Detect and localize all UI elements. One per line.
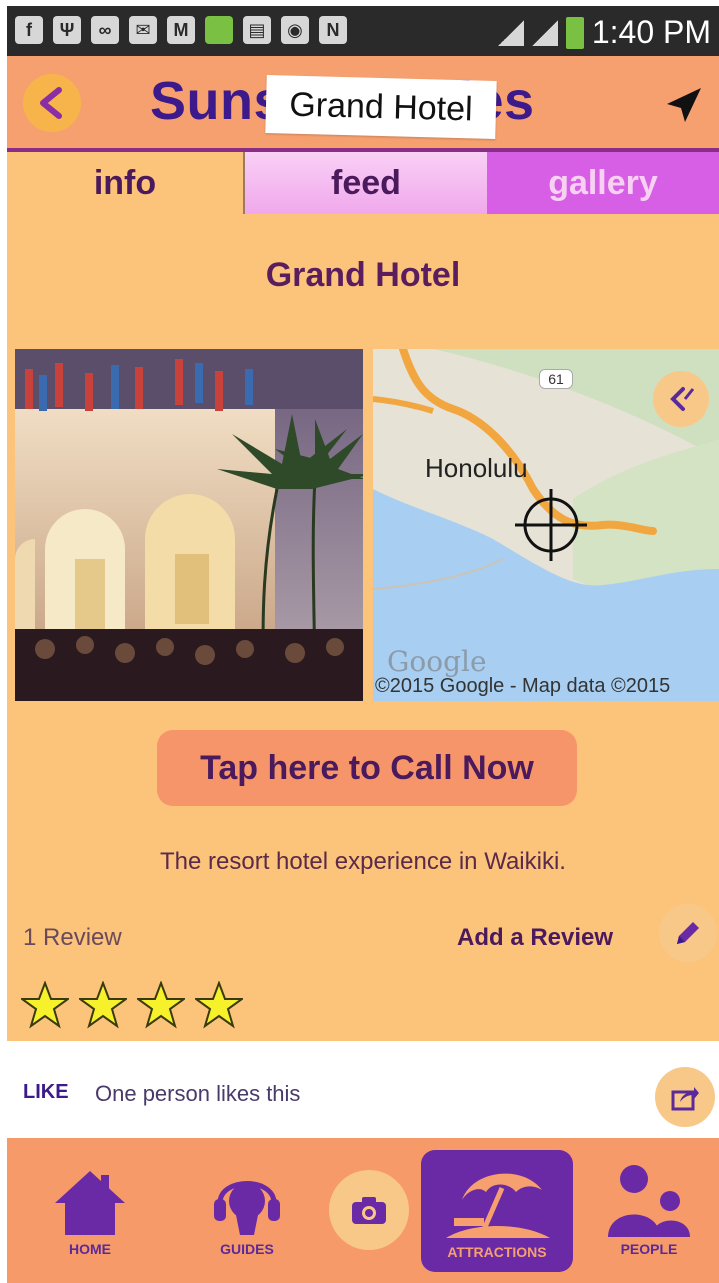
- message-icon: ✉: [129, 16, 157, 44]
- add-review-button[interactable]: [659, 904, 717, 962]
- nav-people[interactable]: PEOPLE: [599, 1138, 699, 1283]
- nfc-icon: N: [319, 16, 347, 44]
- star-icon: [21, 981, 69, 1029]
- status-bar: f Ψ ∞ ✉ M ▤ ◉ N 1:40 PM: [7, 6, 719, 56]
- add-review-link[interactable]: Add a Review: [457, 924, 613, 952]
- nav-guides[interactable]: GUIDES: [197, 1138, 297, 1283]
- tab-gallery[interactable]: gallery: [487, 152, 719, 214]
- battery-icon: [565, 16, 584, 49]
- notification-icons: f Ψ ∞ ✉ M ▤ ◉ N: [15, 16, 347, 44]
- map-watermark: Google: [387, 645, 487, 678]
- star-icon: [79, 981, 127, 1029]
- back-button[interactable]: [23, 74, 81, 132]
- nav-attractions[interactable]: ATTRACTIONS: [421, 1150, 573, 1272]
- usb-icon: Ψ: [53, 16, 81, 44]
- people-icon: [608, 1165, 690, 1237]
- title-tooltip: Grand Hotel: [265, 74, 497, 140]
- signal-icon: [531, 19, 558, 46]
- map-city-label: Honolulu: [425, 453, 528, 483]
- call-now-button[interactable]: Tap here to Call Now: [157, 730, 577, 806]
- hotel-photo-image: [15, 349, 363, 701]
- beach-umbrella-icon: [446, 1173, 550, 1238]
- hotel-name: Grand Hotel: [265, 256, 461, 294]
- share-icon: [671, 1087, 699, 1111]
- nav-camera[interactable]: [329, 1170, 409, 1250]
- link-icon: ∞: [91, 16, 119, 44]
- camera-icon: [352, 1197, 386, 1224]
- navigation-arrow-icon[interactable]: [665, 86, 703, 124]
- tab-feed[interactable]: feed: [245, 152, 487, 214]
- headphones-icon: [214, 1181, 280, 1235]
- rating-stars: [21, 981, 243, 1029]
- location-map[interactable]: 61 Honolulu Google ©2015 Google - Map da…: [373, 349, 719, 701]
- nav-guides-label: GUIDES: [220, 1241, 274, 1257]
- map-directions-button[interactable]: [653, 371, 709, 427]
- hotel-description: The resort hotel experience in Waikiki.: [160, 848, 566, 875]
- star-icon: [137, 981, 185, 1029]
- like-button[interactable]: LIKE: [23, 1081, 69, 1104]
- system-status: 1:40 PM: [497, 14, 711, 51]
- facebook-icon: f: [15, 16, 43, 44]
- like-count-text: One person likes this: [95, 1081, 301, 1106]
- tab-bar: info feed gallery: [7, 152, 719, 214]
- home-icon: [55, 1171, 125, 1235]
- chevron-left-icon: [40, 87, 62, 119]
- app-header: Sunset Guides Grand Hotel: [7, 56, 719, 148]
- clock: 1:40 PM: [591, 14, 711, 50]
- eye-icon: ◉: [281, 16, 309, 44]
- nav-people-label: PEOPLE: [620, 1241, 678, 1257]
- app-screen: f Ψ ∞ ✉ M ▤ ◉ N 1:40 PM Sunset Guides Gr…: [7, 6, 719, 1283]
- nav-home[interactable]: HOME: [45, 1138, 135, 1283]
- review-count: 1 Review: [23, 924, 122, 951]
- mail-icon: M: [167, 16, 195, 44]
- hotel-photo[interactable]: [15, 349, 363, 701]
- star-icon: [195, 981, 243, 1029]
- nav-attractions-label: ATTRACTIONS: [447, 1244, 547, 1260]
- like-bar: LIKE One person likes this: [7, 1041, 719, 1138]
- wifi-icon: [497, 19, 524, 46]
- pencil-icon: [677, 922, 699, 944]
- battery-app-icon: [205, 16, 233, 44]
- document-icon: ▤: [243, 16, 271, 44]
- map-copyright: ©2015 Google - Map data ©2015: [375, 675, 671, 697]
- route-badge: 61: [539, 369, 573, 389]
- tab-info[interactable]: info: [7, 152, 245, 214]
- directions-icon: [670, 387, 695, 411]
- share-button[interactable]: [655, 1067, 715, 1127]
- bottom-navigation: HOME GUIDES ATTRACTIONS PEOPLE: [7, 1138, 719, 1283]
- nav-home-label: HOME: [69, 1241, 111, 1257]
